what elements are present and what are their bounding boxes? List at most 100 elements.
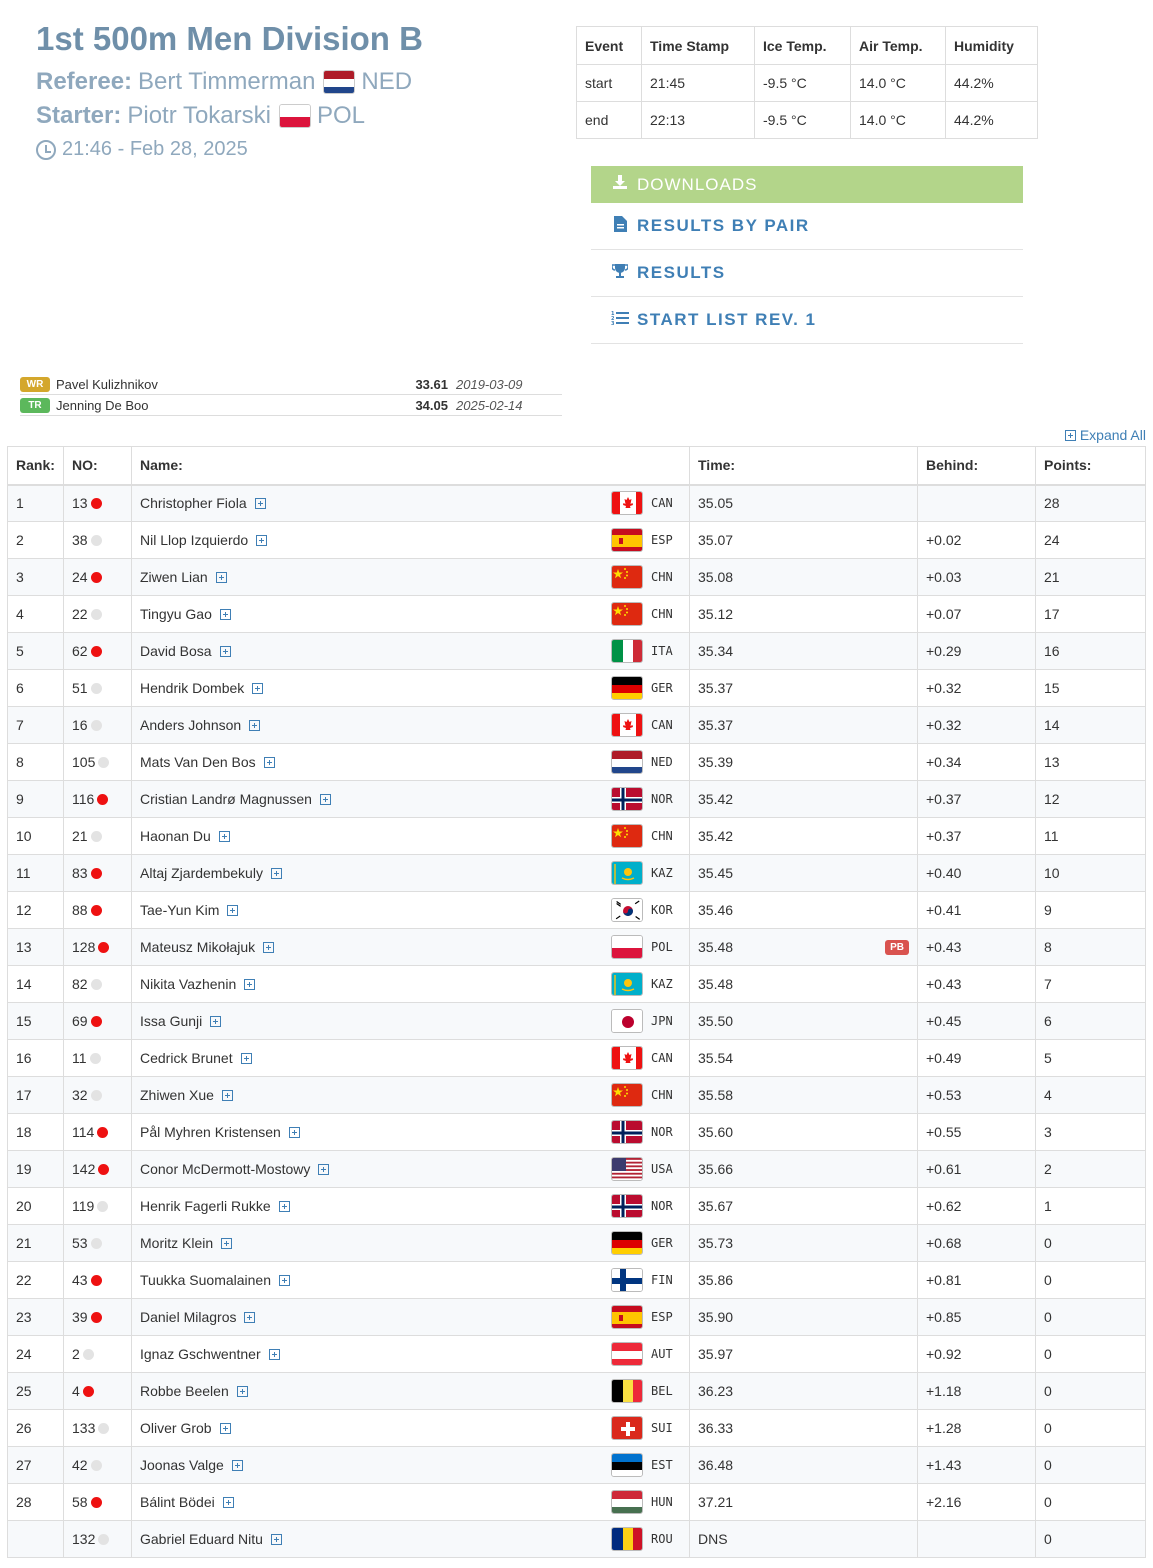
country-code: CHN (651, 1088, 673, 1102)
expand-row-icon[interactable] (249, 719, 261, 731)
results-by-pair-link[interactable]: RESULTS BY PAIR (591, 203, 1023, 250)
kaz-flag-icon (611, 972, 643, 996)
expand-row-icon[interactable] (318, 1163, 330, 1175)
event-datetime-line: 21:46 - Feb 28, 2025 (36, 138, 248, 161)
table-row: 8 105 Mats Van Den Bos NED 35.39 +0.34 13 (7, 743, 1146, 781)
bib-number: 4 (72, 1383, 80, 1399)
country-code: CHN (651, 570, 673, 584)
expand-row-icon[interactable] (252, 682, 264, 694)
rank-cell: 23 (7, 1298, 64, 1336)
no-cell: 83 (63, 854, 132, 892)
expand-row-icon[interactable] (222, 1496, 234, 1508)
expand-row-icon[interactable] (244, 978, 256, 990)
weather-table: Event Time Stamp Ice Temp. Air Temp. Hum… (576, 26, 1038, 139)
race-time: 35.39 (698, 754, 734, 770)
time-cell: DNS (689, 1520, 918, 1558)
behind-cell: +0.41 (917, 891, 1036, 929)
expand-row-icon[interactable] (254, 497, 266, 509)
bib-number: 82 (72, 976, 88, 992)
expand-row-icon[interactable] (263, 941, 275, 953)
expand-row-icon[interactable] (270, 1533, 282, 1545)
behind-cell: +0.37 (917, 780, 1036, 818)
country-code: CHN (651, 829, 673, 843)
expand-row-icon[interactable] (268, 1348, 280, 1360)
expand-row-icon[interactable] (221, 1237, 233, 1249)
bib-number: 42 (72, 1457, 88, 1473)
start-list-link[interactable]: 123 START LIST REV. 1 (591, 297, 1023, 344)
country-code: CHN (651, 607, 673, 621)
expand-row-icon[interactable] (219, 1422, 231, 1434)
rank-cell: 18 (7, 1113, 64, 1151)
record-holder: Pavel Kulizhnikov (56, 376, 158, 392)
skater-name: Conor McDermott-Mostowy (140, 1161, 311, 1177)
bib-number: 132 (72, 1531, 96, 1547)
bib-number: 128 (72, 939, 96, 955)
expand-row-icon[interactable] (221, 1089, 233, 1101)
grey-dot-icon (90, 1459, 102, 1471)
race-time: 35.37 (698, 680, 734, 696)
table-row: 17 32 Zhiwen Xue CHN 35.58 +0.53 4 (7, 1076, 1146, 1114)
skater-name: Hendrik Dombek (140, 680, 245, 696)
skater-name: Ziwen Lian (140, 569, 208, 585)
name-cell: Tingyu Gao CHN (131, 595, 690, 633)
trophy-icon (609, 263, 631, 284)
rank-cell: 27 (7, 1446, 64, 1484)
grey-dot-icon (90, 1089, 102, 1101)
expand-row-icon[interactable] (278, 1200, 290, 1212)
behind-cell: +0.55 (917, 1113, 1036, 1151)
expand-row-icon[interactable] (240, 1052, 252, 1064)
expand-row-icon[interactable] (227, 904, 239, 916)
table-row: 5 62 David Bosa ITA 35.34 +0.29 16 (7, 632, 1146, 670)
points-cell: 17 (1035, 595, 1146, 633)
time-cell: 35.67 (689, 1187, 918, 1225)
ita-flag-icon (611, 639, 643, 663)
race-time: 35.90 (698, 1309, 734, 1325)
weather-cell: start (576, 64, 642, 102)
pb-badge: PB (885, 939, 909, 955)
results-header-row: Rank: NO: Name: Time: Behind: Points: (7, 446, 1146, 486)
table-row: 27 42 Joonas Valge EST 36.48 +1.43 0 (7, 1446, 1146, 1484)
clock-icon (36, 139, 56, 160)
expand-row-icon[interactable] (236, 1385, 248, 1397)
grey-dot-icon (97, 1200, 109, 1212)
expand-row-icon[interactable] (288, 1126, 300, 1138)
downloads-title: DOWNLOADS (637, 174, 758, 194)
points-cell: 0 (1035, 1224, 1146, 1262)
points-cell: 7 (1035, 965, 1146, 1003)
no-cell: 105 (63, 743, 132, 781)
skater-name: Cristian Landrø Magnussen (140, 791, 312, 807)
rank-cell: 2 (7, 521, 64, 559)
behind-cell: +0.81 (917, 1261, 1036, 1299)
expand-row-icon[interactable] (231, 1459, 243, 1471)
skater-name: Bálint Bödei (140, 1494, 215, 1510)
expand-all-button[interactable]: Expand All (1064, 427, 1146, 443)
kor-flag-icon (611, 898, 643, 922)
points-cell: 0 (1035, 1298, 1146, 1336)
expand-row-icon[interactable] (279, 1274, 291, 1286)
country-code: KAZ (651, 977, 673, 991)
race-time: 35.08 (698, 569, 734, 585)
country-code: CAN (651, 718, 673, 732)
expand-row-icon[interactable] (219, 608, 231, 620)
expand-row-icon[interactable] (256, 534, 268, 546)
ned-flag-icon (611, 750, 643, 774)
points-cell: 0 (1035, 1520, 1146, 1558)
no-cell: 24 (63, 558, 132, 596)
expand-row-icon[interactable] (319, 793, 331, 805)
weather-header: Event (576, 26, 642, 65)
results-link[interactable]: RESULTS (591, 250, 1023, 297)
expand-row-icon[interactable] (270, 867, 282, 879)
table-row: 19 142 Conor McDermott-Mostowy USA 35.66 +0.6… (7, 1150, 1146, 1188)
expand-row-icon[interactable] (244, 1311, 256, 1323)
pol-flag-icon (278, 104, 311, 128)
table-row: 12 88 Tae-Yun Kim KOR 35.46 +0.41 9 (7, 891, 1146, 929)
expand-row-icon[interactable] (219, 645, 231, 657)
expand-row-icon[interactable] (210, 1015, 222, 1027)
grey-dot-icon (89, 1052, 101, 1064)
table-row: 16 11 Cedrick Brunet CAN 35.54 +0.49 5 (7, 1039, 1146, 1077)
est-flag-icon (611, 1453, 643, 1477)
expand-row-icon[interactable] (263, 756, 275, 768)
expand-row-icon[interactable] (215, 571, 227, 583)
time-cell: 35.34 (689, 632, 918, 670)
expand-row-icon[interactable] (218, 830, 230, 842)
